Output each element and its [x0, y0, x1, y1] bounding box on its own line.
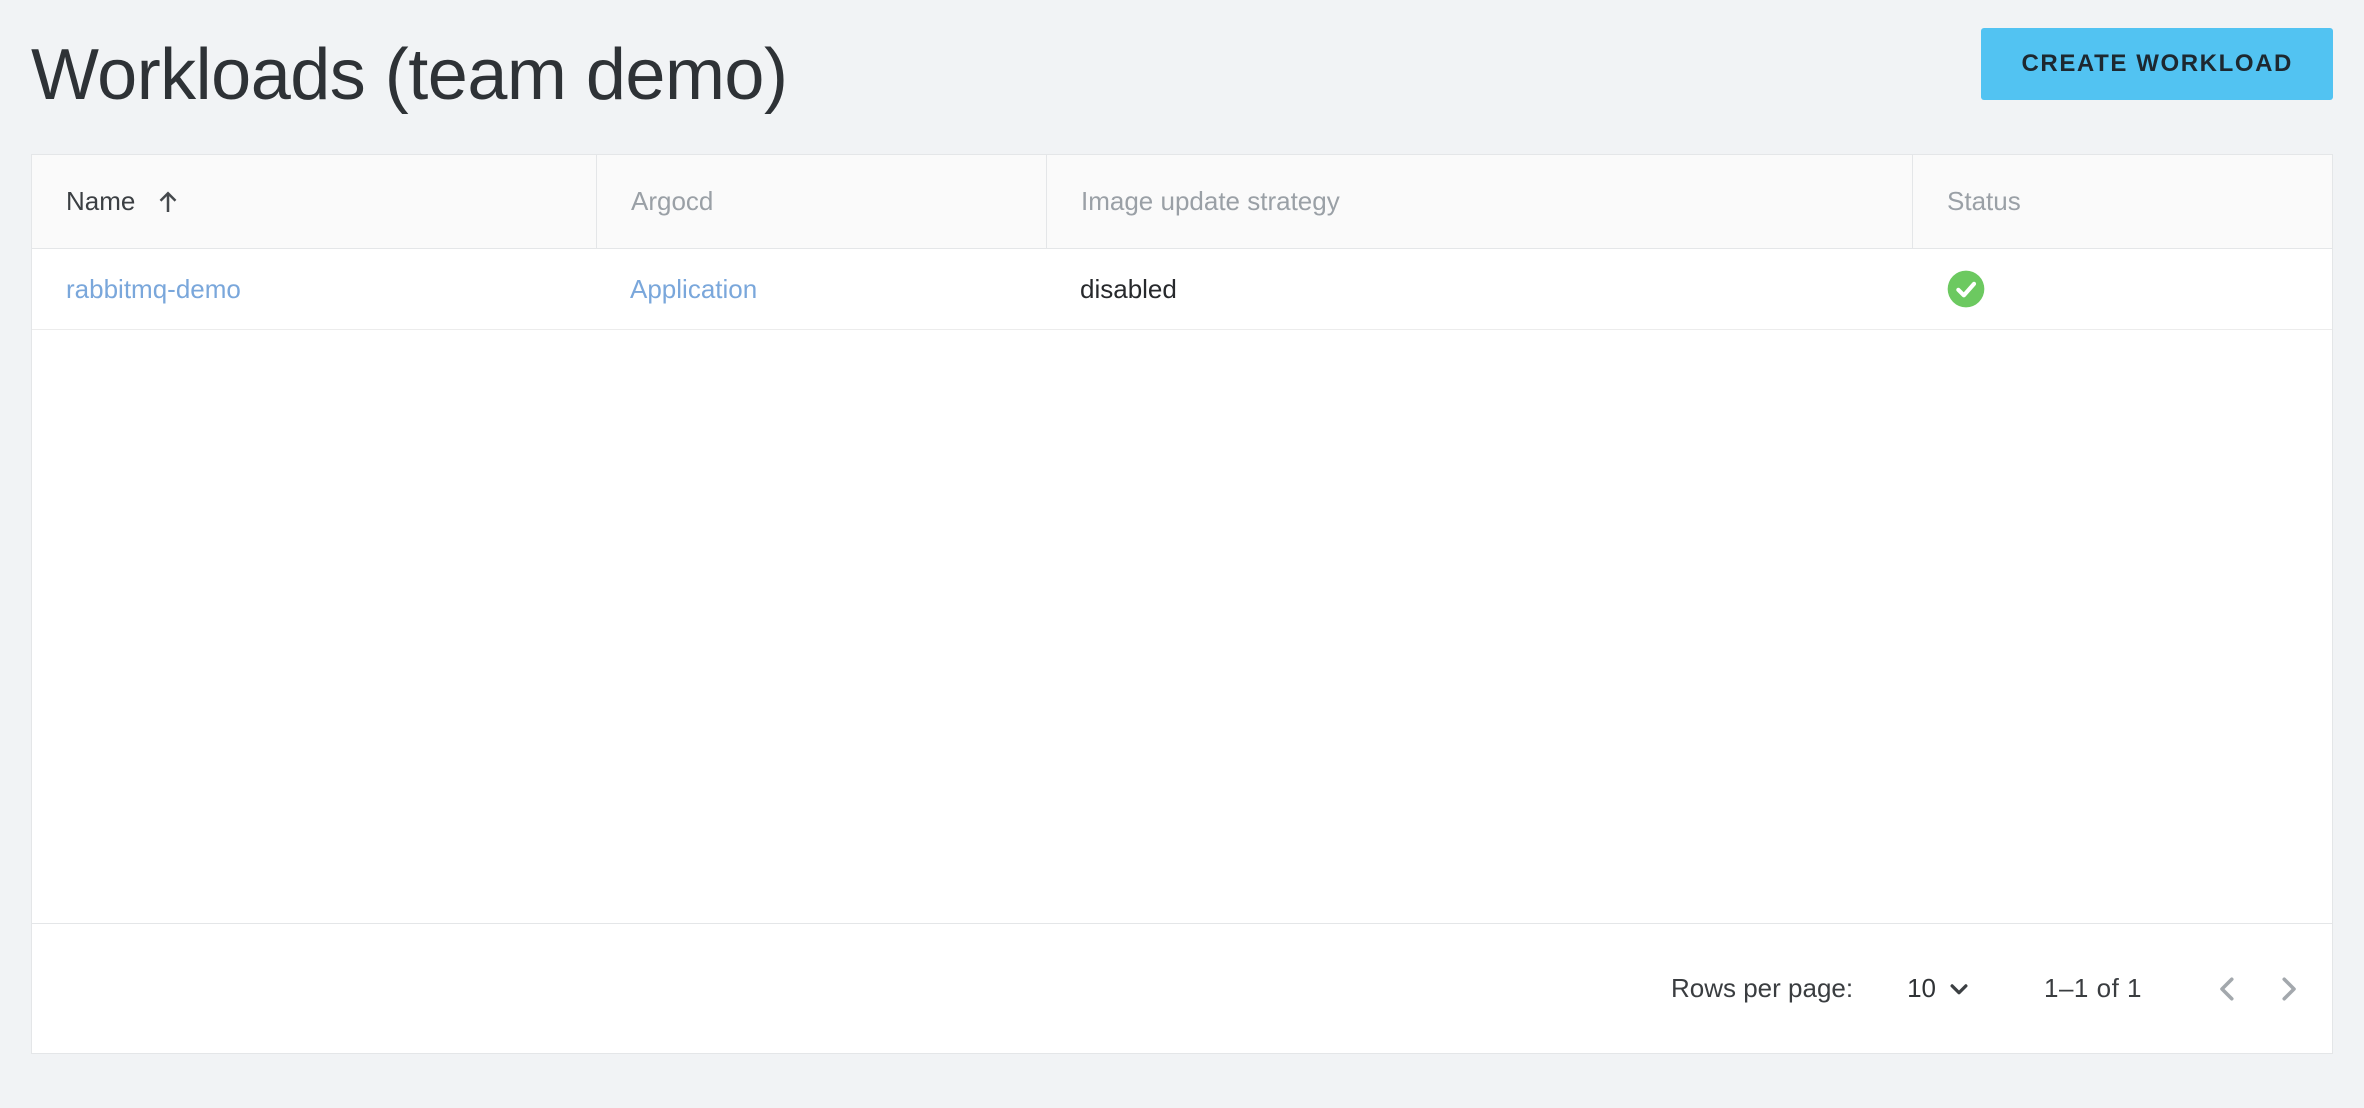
arrow-up-icon	[153, 187, 183, 217]
page-title: Workloads (team demo)	[31, 36, 787, 115]
rows-per-page-value: 10	[1907, 973, 1936, 1004]
table-header-row: Name Argocd Image update strategy Status	[32, 155, 2332, 249]
table-row: rabbitmq-demo Application disabled	[32, 249, 2332, 330]
next-page-button[interactable]	[2266, 967, 2310, 1011]
workload-name-link[interactable]: rabbitmq-demo	[66, 274, 241, 305]
chevron-down-icon	[1944, 974, 1974, 1004]
table-pagination: Rows per page: 10 1–1 of 1	[32, 923, 2332, 1053]
column-header-status: Status	[1912, 155, 2332, 248]
column-header-name[interactable]: Name	[32, 155, 596, 248]
rows-per-page-label: Rows per page:	[1671, 973, 1853, 1004]
cell-argocd: Application	[596, 249, 1046, 329]
cell-status	[1912, 249, 2332, 329]
column-header-argocd: Argocd	[596, 155, 1046, 248]
workloads-table: Name Argocd Image update strategy Status…	[31, 154, 2333, 1054]
column-header-image-update-strategy: Image update strategy	[1046, 155, 1912, 248]
create-workload-button[interactable]: CREATE WORKLOAD	[1981, 28, 2333, 100]
column-header-name-label: Name	[66, 186, 135, 217]
previous-page-button[interactable]	[2206, 967, 2250, 1011]
rows-per-page-select[interactable]: 10	[1907, 973, 1974, 1004]
check-circle-icon	[1946, 269, 1986, 309]
cell-image-update-strategy: disabled	[1046, 249, 1912, 329]
chevron-right-icon	[2270, 971, 2306, 1007]
page-header: Workloads (team demo) CREATE WORKLOAD	[31, 20, 2333, 132]
argocd-application-link[interactable]: Application	[630, 274, 757, 305]
table-empty-area	[32, 330, 2332, 923]
cell-name: rabbitmq-demo	[32, 249, 596, 329]
chevron-left-icon	[2210, 971, 2246, 1007]
pagination-range-label: 1–1 of 1	[2044, 973, 2142, 1004]
